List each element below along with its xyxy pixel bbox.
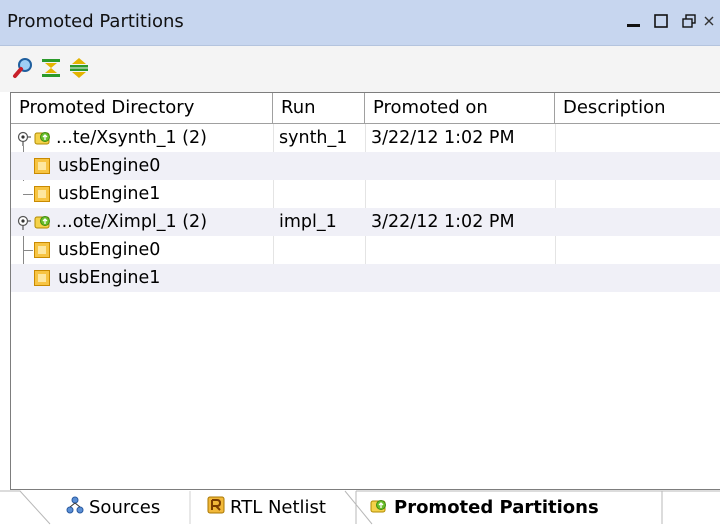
toolbar (0, 46, 720, 92)
tab-promoted-partitions[interactable]: Promoted Partitions (370, 490, 599, 525)
netlist-icon (207, 491, 225, 525)
tab-sources[interactable]: Sources (66, 490, 160, 525)
promoted-dir-icon (370, 491, 388, 525)
partition-icon (34, 186, 50, 202)
row-directory: ...ote/Ximpl_1 (2) (56, 212, 208, 232)
close-icon[interactable] (700, 6, 718, 36)
column-header-description[interactable]: Description (555, 93, 720, 123)
row-run: synth_1 (279, 128, 348, 148)
maximize-icon[interactable] (649, 6, 673, 36)
table-row[interactable]: ...te/Xsynth_1 (2) synth_1 3/22/12 1:02 … (11, 124, 720, 152)
collapse-all-icon[interactable] (38, 54, 64, 82)
panel-header: Promoted Partitions (0, 0, 720, 46)
tab-sources-label: Sources (89, 497, 161, 518)
promoted-dir-icon (34, 214, 52, 235)
expand-toggle-icon[interactable] (15, 215, 31, 236)
table-row[interactable]: ...ote/Ximpl_1 (2) impl_1 3/22/12 1:02 P… (11, 208, 720, 236)
row-directory: ...te/Xsynth_1 (2) (56, 128, 207, 148)
row-run: impl_1 (279, 212, 337, 232)
restore-icon[interactable] (677, 6, 701, 36)
promoted-dir-icon (34, 130, 52, 151)
row-directory: usbEngine1 (58, 268, 161, 288)
bottom-tab-bar: Sources RTL Netlist Promoted Partitions (0, 490, 720, 525)
expand-toggle-icon[interactable] (15, 131, 31, 152)
search-icon[interactable] (10, 54, 36, 82)
expand-all-icon[interactable] (66, 54, 92, 82)
table-row[interactable]: usbEngine1 (11, 264, 720, 292)
column-header-promoted-directory[interactable]: Promoted Directory (11, 93, 273, 123)
partition-icon (34, 242, 50, 258)
table-row[interactable]: usbEngine1 (11, 180, 720, 208)
tab-rtl-netlist-label: RTL Netlist (230, 497, 326, 518)
row-directory: usbEngine0 (58, 156, 161, 176)
row-directory: usbEngine1 (58, 184, 161, 204)
row-promoted-on: 3/22/12 1:02 PM (371, 212, 515, 232)
hierarchy-icon (66, 491, 84, 525)
table-row[interactable]: usbEngine0 (11, 152, 720, 180)
minimize-icon[interactable] (621, 6, 645, 36)
panel-title: Promoted Partitions (7, 11, 184, 32)
partition-icon (34, 158, 50, 174)
table-header: Promoted Directory Run Promoted on Descr… (11, 93, 720, 124)
tab-rtl-netlist[interactable]: RTL Netlist (207, 490, 326, 525)
column-header-promoted-on[interactable]: Promoted on (365, 93, 555, 123)
column-header-run[interactable]: Run (273, 93, 365, 123)
row-promoted-on: 3/22/12 1:02 PM (371, 128, 515, 148)
row-directory: usbEngine0 (58, 240, 161, 260)
tab-promoted-partitions-label: Promoted Partitions (394, 497, 599, 518)
partition-icon (34, 270, 50, 286)
table-row[interactable]: usbEngine0 (11, 236, 720, 264)
partitions-table: Promoted Directory Run Promoted on Descr… (10, 92, 720, 490)
